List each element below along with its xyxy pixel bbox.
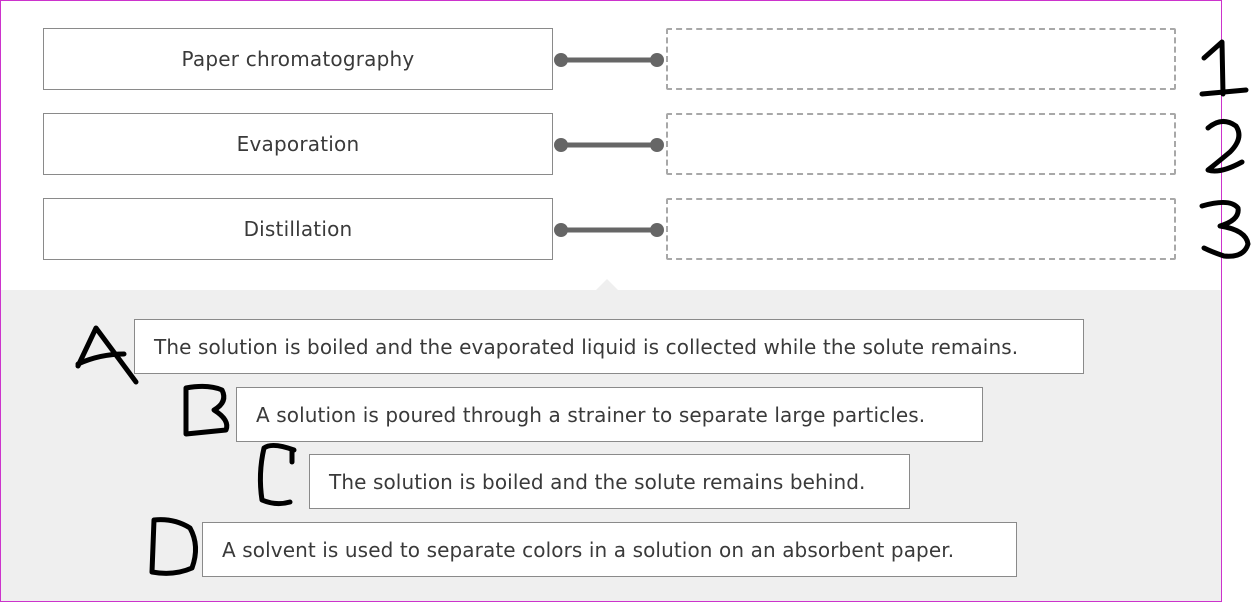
term-label: Distillation [243,217,353,241]
option-card-c[interactable]: The solution is boiled and the solute re… [309,454,910,509]
connector-line-3 [554,223,664,237]
option-card-a[interactable]: The solution is boiled and the evaporate… [134,319,1084,374]
handwritten-numbers [1199,39,1251,259]
handwritten-letter-c [257,442,297,507]
connector-line-1 [554,53,664,67]
option-card-d[interactable]: A solvent is used to separate colors in … [202,522,1017,577]
term-label: Evaporation [236,132,360,156]
option-text: A solution is poured through a strainer … [256,402,926,427]
drop-zone-1[interactable] [666,28,1176,90]
term-evaporation: Evaporation [43,113,553,175]
option-text: A solvent is used to separate colors in … [222,537,955,562]
connector-line-2 [554,138,664,152]
option-text: The solution is boiled and the evaporate… [154,334,1019,359]
drop-zone-2[interactable] [666,113,1176,175]
handwritten-letter-a [75,325,139,385]
drop-zone-3[interactable] [666,198,1176,260]
term-distillation: Distillation [43,198,553,260]
option-card-b[interactable]: A solution is poured through a strainer … [236,387,983,442]
term-label: Paper chromatography [181,47,415,71]
term-paper-chromatography: Paper chromatography [43,28,553,90]
handwritten-letter-d [149,517,198,576]
handwritten-letter-b [183,383,230,437]
option-text: The solution is boiled and the solute re… [329,469,866,494]
